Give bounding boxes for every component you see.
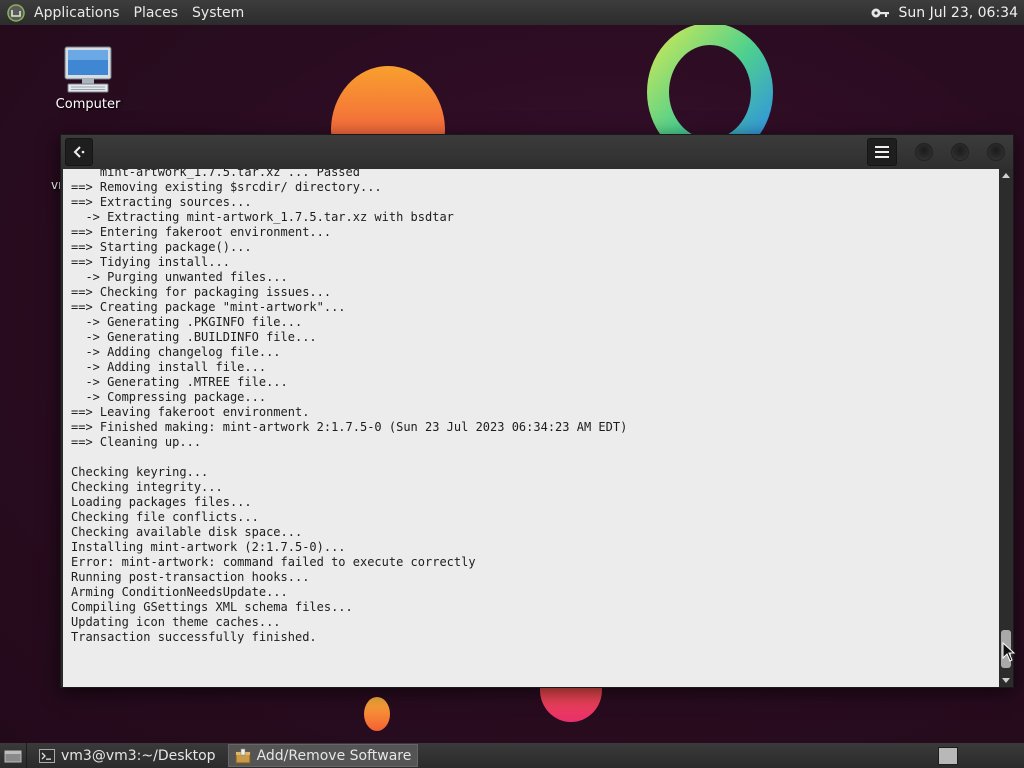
hamburger-menu-icon xyxy=(875,146,889,158)
back-arrow-icon xyxy=(73,146,85,158)
mouse-pointer-icon xyxy=(1002,642,1016,662)
vertical-scrollbar[interactable] xyxy=(999,169,1013,687)
package-icon xyxy=(235,748,251,764)
show-desktop-button[interactable] xyxy=(0,743,27,768)
terminal-icon xyxy=(39,748,55,764)
mint-logo-icon[interactable] xyxy=(6,3,26,23)
places-menu[interactable]: Places xyxy=(132,5,187,21)
task-add-remove-software[interactable]: Add/Remove Software xyxy=(227,744,419,767)
window-headerbar[interactable] xyxy=(61,135,1013,169)
task-terminal[interactable]: vm3@vm3:~/Desktop xyxy=(33,744,222,767)
task-terminal-label: vm3@vm3:~/Desktop xyxy=(61,747,216,764)
close-button[interactable] xyxy=(987,143,1005,161)
back-button[interactable] xyxy=(65,138,93,166)
terminal-output: mint-artwork_1.7.5.tar.xz ... Passed ==>… xyxy=(71,169,628,644)
terminal-output-area[interactable]: mint-artwork_1.7.5.tar.xz ... Passed ==>… xyxy=(63,169,999,687)
clock[interactable]: Sun Jul 23, 06:34 xyxy=(899,5,1019,21)
maximize-button[interactable] xyxy=(951,143,969,161)
top-panel: Applications Places System Sun Jul 23, 0… xyxy=(0,0,1024,25)
show-desktop-icon xyxy=(4,750,22,762)
keyring-icon[interactable] xyxy=(869,4,891,22)
system-menu[interactable]: System xyxy=(190,5,252,21)
desktop-icon-computer[interactable]: Computer xyxy=(50,45,126,112)
menu-button[interactable] xyxy=(867,138,897,166)
applications-menu[interactable]: Applications xyxy=(32,5,128,21)
computer-icon xyxy=(64,46,112,93)
workspace-switcher[interactable] xyxy=(938,746,958,765)
software-window: mint-artwork_1.7.5.tar.xz ... Passed ==>… xyxy=(60,134,1014,688)
taskbar: vm3@vm3:~/Desktop Add/Remove Software xyxy=(0,743,1024,768)
task-software-label: Add/Remove Software xyxy=(256,747,412,764)
scroll-up-arrow-icon[interactable] xyxy=(999,169,1013,181)
scroll-down-arrow-icon[interactable] xyxy=(999,675,1013,687)
desktop-icon-label: Computer xyxy=(55,97,121,112)
minimize-button[interactable] xyxy=(915,143,933,161)
